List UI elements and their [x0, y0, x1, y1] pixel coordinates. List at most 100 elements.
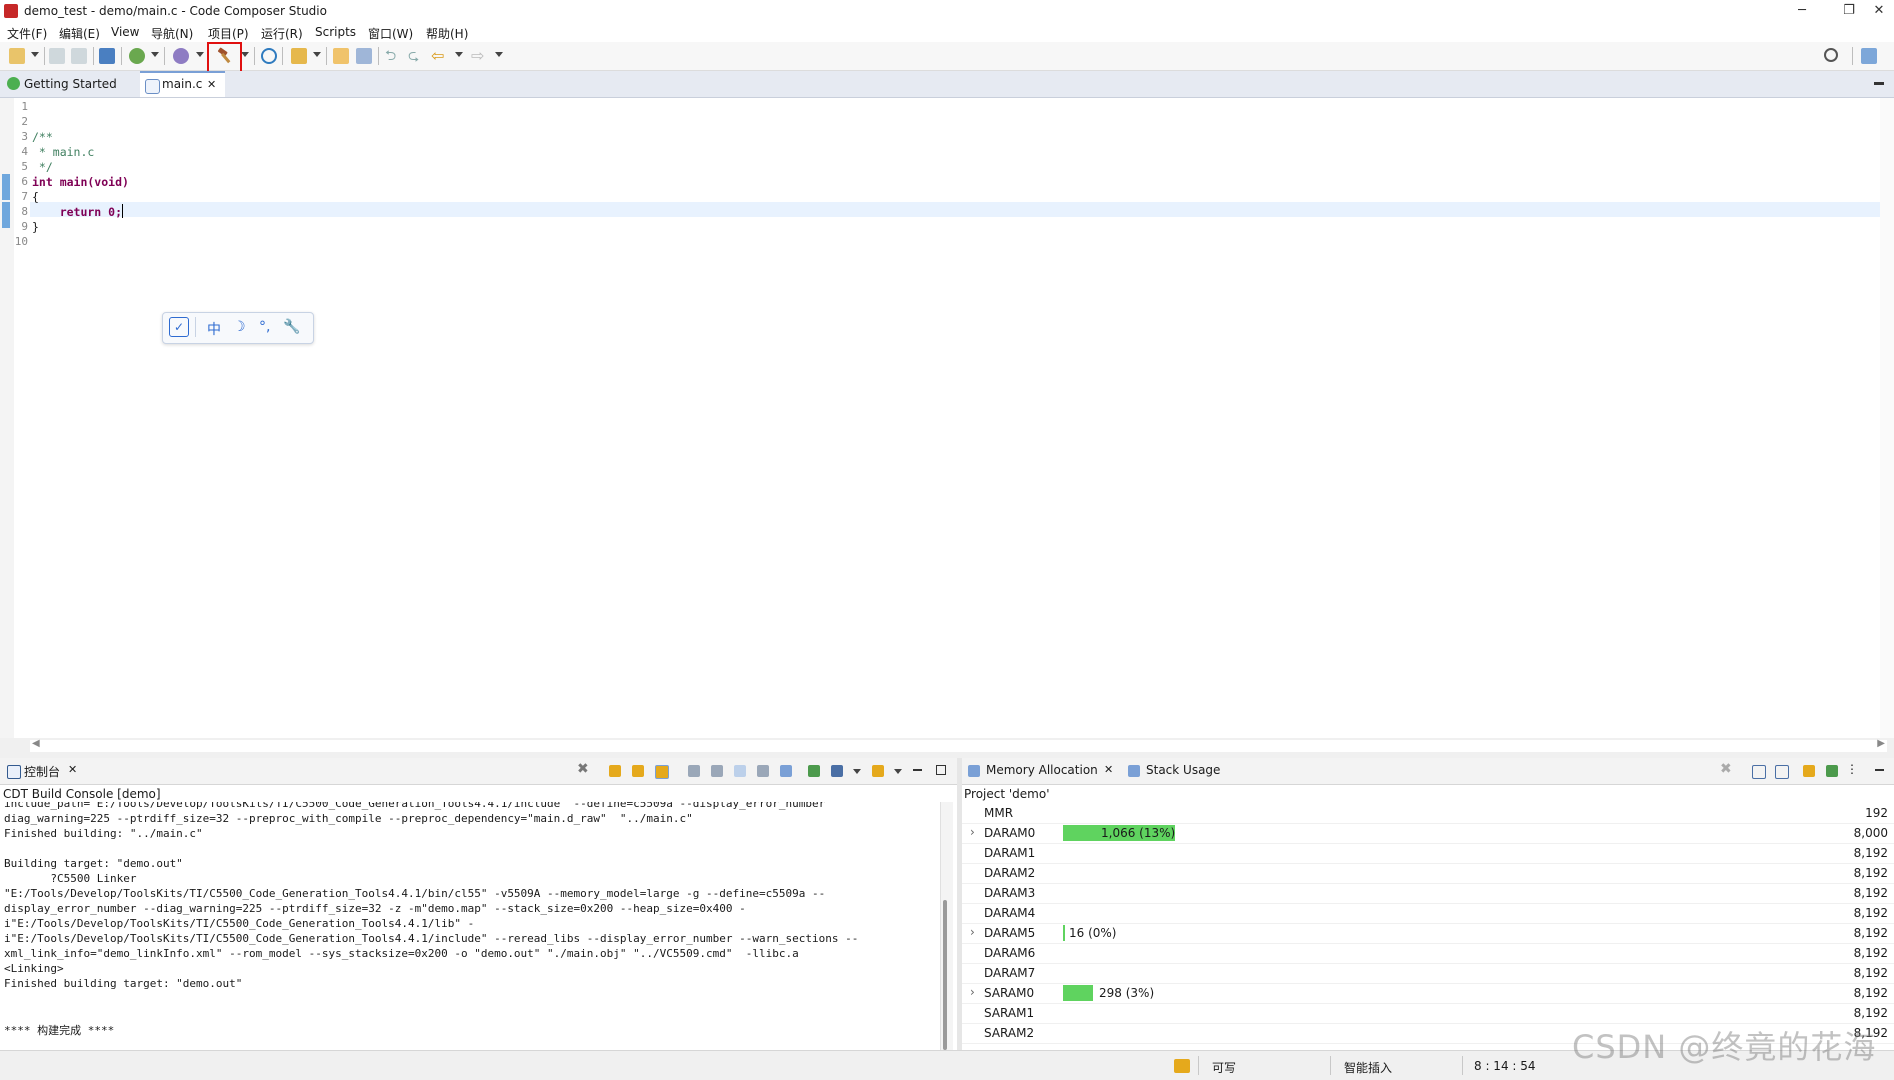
ime-toolbar[interactable]: ✓ 中 ☽ °, 🔧 — [162, 312, 314, 344]
search-refs-icon[interactable] — [261, 48, 277, 64]
maximize-button[interactable]: ❐ — [1829, 2, 1869, 20]
minimize-button[interactable]: ─ — [1782, 2, 1822, 20]
minimize-panel-icon[interactable] — [913, 769, 922, 771]
ime-moon-icon[interactable]: ☽ — [233, 319, 246, 335]
close-console-tab-icon[interactable]: ✕ — [68, 763, 77, 776]
memory-row[interactable]: DARAM6 8,192 — [962, 943, 1894, 964]
expand-chevron-icon[interactable]: › — [970, 985, 975, 999]
annotation-next-icon[interactable] — [356, 48, 372, 64]
build-dropdown-icon[interactable] — [241, 52, 249, 57]
save-all-icon[interactable] — [71, 48, 87, 64]
editor-horizontal-scrollbar[interactable]: ◀ ▶ — [30, 738, 1887, 752]
flash-dropdown-icon[interactable] — [196, 52, 204, 57]
scroll-up-icon[interactable] — [632, 765, 644, 777]
memory-row[interactable]: MMR 192 — [962, 803, 1894, 824]
word-wrap-icon[interactable] — [688, 765, 700, 777]
maximize-panel-icon[interactable] — [936, 765, 946, 775]
expand-all-icon[interactable] — [1752, 765, 1766, 779]
memory-row[interactable]: DARAM1 8,192 — [962, 843, 1894, 864]
close-tab-icon[interactable]: ✕ — [207, 73, 216, 96]
pen-dropdown-icon[interactable] — [313, 52, 321, 57]
menu-run[interactable]: 运行(R) — [261, 25, 303, 42]
new-console-icon[interactable] — [872, 765, 884, 777]
memory-row[interactable]: SARAM1 8,192 — [962, 1003, 1894, 1024]
tab-memory-allocation[interactable]: Memory Allocation — [986, 763, 1098, 777]
tab-getting-started[interactable]: Getting Started — [2, 71, 159, 97]
open-folder-icon[interactable] — [1803, 765, 1815, 777]
code-editor[interactable]: 1 2 3 4 5 6 7 8 9 10 /** * main.c */ int… — [0, 98, 1894, 738]
memory-row[interactable]: DARAM2 8,192 — [962, 863, 1894, 884]
memory-row[interactable]: › DARAM5 16 (0%) 8,192 — [962, 923, 1894, 944]
memory-row[interactable]: DARAM7 8,192 — [962, 963, 1894, 984]
remove-launch-icon[interactable] — [757, 765, 769, 777]
new-icon[interactable] — [9, 48, 25, 64]
terminal-icon[interactable] — [99, 48, 115, 64]
debug-dropdown-icon[interactable] — [151, 52, 159, 57]
collapse-all-icon[interactable] — [1775, 765, 1789, 779]
memory-name: SARAM0 — [984, 986, 1035, 1000]
menu-project[interactable]: 项目(P) — [208, 25, 249, 42]
memory-row[interactable]: › SARAM0 298 (3%) 8,192 — [962, 983, 1894, 1004]
menu-navigate[interactable]: 导航(N) — [151, 25, 193, 42]
ime-check-icon[interactable]: ✓ — [169, 317, 189, 337]
tab-main-c[interactable]: main.c ✕ — [140, 71, 225, 97]
memory-row[interactable]: DARAM3 8,192 — [962, 883, 1894, 904]
scroll-left-icon[interactable]: ◀ — [32, 738, 40, 749]
tab-console[interactable]: 控制台 — [24, 763, 60, 780]
export-icon[interactable] — [1826, 765, 1838, 777]
open-console-icon[interactable] — [808, 765, 820, 777]
menu-view[interactable]: View — [111, 25, 139, 39]
console-view-icon[interactable] — [831, 765, 843, 777]
menu-file[interactable]: 文件(F) — [7, 25, 47, 42]
show-on-output-icon[interactable] — [734, 765, 746, 777]
display-console-icon[interactable] — [780, 765, 792, 777]
last-edit-back-icon[interactable]: ⮌ — [385, 48, 401, 64]
forward-dropdown-icon[interactable] — [495, 52, 503, 57]
minimize-memory-panel-icon[interactable] — [1875, 769, 1884, 771]
save-icon[interactable] — [49, 48, 65, 64]
back-dropdown-icon[interactable] — [455, 52, 463, 57]
menu-help[interactable]: 帮助(H) — [426, 25, 468, 42]
editor-vertical-scrollbar[interactable] — [1880, 98, 1894, 738]
console-scroll-thumb[interactable] — [943, 900, 947, 1050]
pen-icon[interactable] — [291, 48, 307, 64]
menu-edit[interactable]: 编辑(E) — [59, 25, 100, 42]
forward-arrow-icon[interactable]: ⇨ — [471, 48, 487, 64]
status-cursor-position: 8 : 14 : 54 — [1474, 1059, 1536, 1073]
pin-console-icon[interactable] — [711, 765, 723, 777]
annotation-prev-icon[interactable] — [333, 48, 349, 64]
clear-console-icon[interactable]: ✖ — [577, 761, 589, 777]
scroll-right-icon[interactable]: ▶ — [1877, 738, 1885, 749]
new-console-dropdown-icon[interactable] — [894, 769, 902, 774]
project-status-icon[interactable] — [1174, 1059, 1190, 1073]
back-arrow-icon[interactable]: ⇦ — [431, 48, 447, 64]
ime-punctuation-icon[interactable]: °, — [259, 319, 270, 335]
perspective-icon[interactable] — [1861, 48, 1877, 64]
remove-icon[interactable]: ✖ — [1720, 761, 1732, 777]
scroll-down-icon[interactable] — [609, 765, 621, 777]
minimize-editor-icon[interactable] — [1874, 82, 1884, 85]
ime-wrench-icon[interactable]: 🔧 — [283, 319, 300, 335]
menu-window[interactable]: 窗口(W) — [368, 25, 413, 42]
code-line: * main.c — [32, 145, 95, 159]
line-number: 1 — [21, 100, 28, 113]
console-view-dropdown-icon[interactable] — [853, 769, 861, 774]
new-dropdown-icon[interactable] — [31, 52, 39, 57]
usage-label: 1,066 (13%) — [1101, 826, 1176, 840]
close-window-button[interactable]: ✕ — [1864, 2, 1894, 20]
expand-chevron-icon[interactable]: › — [970, 925, 975, 939]
console-output[interactable]: include_path="E:/Tools/Develop/ToolsKits… — [0, 802, 940, 1050]
flash-icon[interactable] — [173, 48, 189, 64]
search-icon[interactable] — [1824, 48, 1838, 62]
scroll-lock-icon[interactable] — [655, 765, 669, 779]
close-memory-tab-icon[interactable]: ✕ — [1104, 763, 1113, 776]
view-menu-icon[interactable]: ⋮ — [1846, 762, 1858, 776]
debug-bug-icon[interactable] — [129, 48, 145, 64]
memory-row[interactable]: DARAM4 8,192 — [962, 903, 1894, 924]
memory-row[interactable]: › DARAM0 1,066 (13%) 8,000 — [962, 823, 1894, 844]
ime-chinese-mode[interactable]: 中 — [207, 319, 221, 339]
tab-stack-usage[interactable]: Stack Usage — [1146, 763, 1220, 777]
last-edit-forward-icon[interactable]: ⮎ — [408, 48, 424, 64]
expand-chevron-icon[interactable]: › — [970, 825, 975, 839]
menu-scripts[interactable]: Scripts — [315, 25, 356, 39]
